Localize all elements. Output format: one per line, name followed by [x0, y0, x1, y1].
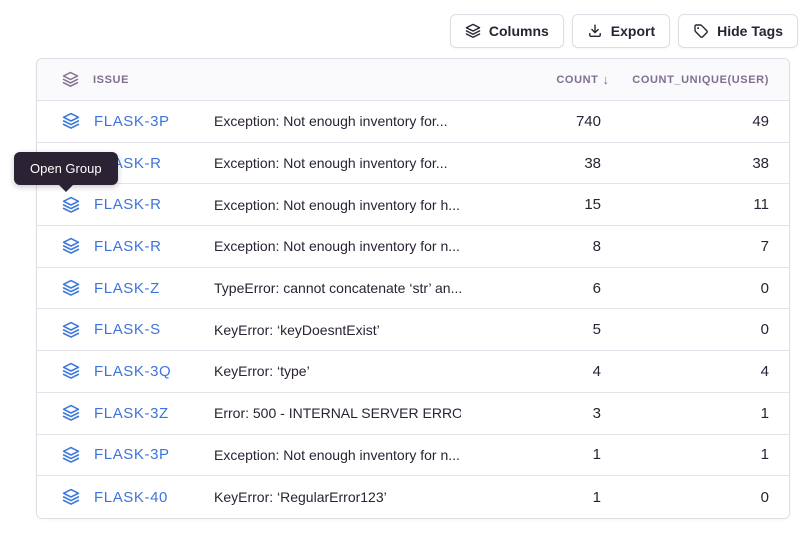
- table-row[interactable]: FLASK-R Exception: Not enough inventory …: [37, 226, 789, 268]
- tag-icon: [693, 23, 709, 39]
- count-unique-cell: 0: [611, 280, 789, 297]
- count-cell: 38: [461, 155, 611, 172]
- column-header-issue[interactable]: ISSUE: [37, 71, 461, 88]
- count-unique-cell: 4: [611, 363, 789, 380]
- table-header-row: ISSUE COUNT ↓ COUNT_UNIQUE(USER): [37, 59, 789, 101]
- table-row[interactable]: FLASK-3Z Error: 500 - INTERNAL SERVER ER…: [37, 393, 789, 435]
- table-row[interactable]: FLASK-3Q KeyError: ‘type’ 4 4: [37, 351, 789, 393]
- discover-results-page: Columns Export Hide Tags ISSUE COUNT ↓ C…: [0, 0, 807, 538]
- export-button-label: Export: [611, 23, 655, 39]
- download-icon: [587, 23, 603, 39]
- issue-link[interactable]: FLASK-3Q: [94, 363, 171, 380]
- table-row[interactable]: FLASK-R Exception: Not enough inventory …: [37, 184, 789, 226]
- issue-message: Exception: Not enough inventory for n...: [214, 238, 461, 254]
- count-cell: 5: [461, 321, 611, 338]
- layers-icon[interactable]: [62, 321, 80, 339]
- layers-icon: [465, 23, 481, 39]
- issue-link[interactable]: FLASK-S: [94, 321, 161, 338]
- layers-icon[interactable]: [62, 404, 80, 422]
- toolbar: Columns Export Hide Tags: [450, 14, 798, 48]
- count-cell: 6: [461, 280, 611, 297]
- layers-icon[interactable]: [62, 362, 80, 380]
- table-row[interactable]: FLASK-40 KeyError: ‘RegularError123’ 1 0: [37, 476, 789, 518]
- column-header-count-unique-label: COUNT_UNIQUE(USER): [632, 74, 769, 86]
- count-cell: 8: [461, 238, 611, 255]
- issue-link[interactable]: FLASK-Z: [94, 280, 160, 297]
- table-row[interactable]: FLASK-3P Exception: Not enough inventory…: [37, 101, 789, 143]
- layers-icon[interactable]: [62, 196, 80, 214]
- count-cell: 3: [461, 405, 611, 422]
- issue-link[interactable]: FLASK-R: [94, 196, 162, 213]
- tooltip-arrow-icon: [58, 184, 74, 192]
- layers-icon: [62, 71, 79, 88]
- column-header-issue-label: ISSUE: [93, 74, 129, 86]
- layers-icon[interactable]: [62, 279, 80, 297]
- count-cell: 15: [461, 196, 611, 213]
- column-header-count-label: COUNT: [556, 74, 598, 86]
- count-unique-cell: 1: [611, 446, 789, 463]
- open-group-tooltip: Open Group: [14, 152, 118, 185]
- count-cell: 1: [461, 489, 611, 506]
- hide-tags-button[interactable]: Hide Tags: [678, 14, 798, 48]
- count-unique-cell: 38: [611, 155, 789, 172]
- table-row[interactable]: FLASK-3P Exception: Not enough inventory…: [37, 435, 789, 477]
- issue-message: Exception: Not enough inventory for...: [214, 155, 461, 171]
- issue-link[interactable]: FLASK-R: [94, 238, 162, 255]
- count-cell: 4: [461, 363, 611, 380]
- issue-message: Error: 500 - INTERNAL SERVER ERROR: [214, 405, 461, 421]
- column-header-count-unique[interactable]: COUNT_UNIQUE(USER): [611, 74, 789, 86]
- count-unique-cell: 7: [611, 238, 789, 255]
- issue-link[interactable]: FLASK-3P: [94, 446, 170, 463]
- layers-icon[interactable]: [62, 488, 80, 506]
- issue-message: KeyError: ‘keyDoesntExist’: [214, 322, 461, 338]
- issue-link[interactable]: FLASK-3Z: [94, 405, 169, 422]
- columns-button[interactable]: Columns: [450, 14, 564, 48]
- columns-button-label: Columns: [489, 23, 549, 39]
- table-row[interactable]: FLASK-S KeyError: ‘keyDoesntExist’ 5 0: [37, 309, 789, 351]
- count-unique-cell: 1: [611, 405, 789, 422]
- export-button[interactable]: Export: [572, 14, 670, 48]
- count-cell: 1: [461, 446, 611, 463]
- issue-link[interactable]: FLASK-40: [94, 489, 168, 506]
- sort-desc-icon: ↓: [603, 72, 610, 87]
- count-unique-cell: 0: [611, 489, 789, 506]
- issue-message: Exception: Not enough inventory for h...: [214, 197, 461, 213]
- tooltip-text: Open Group: [30, 161, 102, 176]
- count-unique-cell: 49: [611, 113, 789, 130]
- count-cell: 740: [461, 113, 611, 130]
- hide-tags-button-label: Hide Tags: [717, 23, 783, 39]
- layers-icon[interactable]: [62, 112, 80, 130]
- table-row[interactable]: FLASK-Z TypeError: cannot concatenate ‘s…: [37, 268, 789, 310]
- count-unique-cell: 11: [611, 196, 789, 213]
- column-header-count[interactable]: COUNT ↓: [461, 72, 611, 87]
- layers-icon[interactable]: [62, 237, 80, 255]
- issue-message: Exception: Not enough inventory for...: [214, 113, 461, 129]
- count-unique-cell: 0: [611, 321, 789, 338]
- issue-message: KeyError: ‘type’: [214, 363, 461, 379]
- issue-message: TypeError: cannot concatenate ‘str’ an..…: [214, 280, 461, 296]
- issue-message: Exception: Not enough inventory for n...: [214, 447, 461, 463]
- issue-message: KeyError: ‘RegularError123’: [214, 489, 461, 505]
- issue-link[interactable]: FLASK-3P: [94, 113, 170, 130]
- layers-icon[interactable]: [62, 446, 80, 464]
- results-table: ISSUE COUNT ↓ COUNT_UNIQUE(USER) FLASK-3…: [36, 58, 790, 519]
- table-row[interactable]: FLASK-R Exception: Not enough inventory …: [37, 143, 789, 185]
